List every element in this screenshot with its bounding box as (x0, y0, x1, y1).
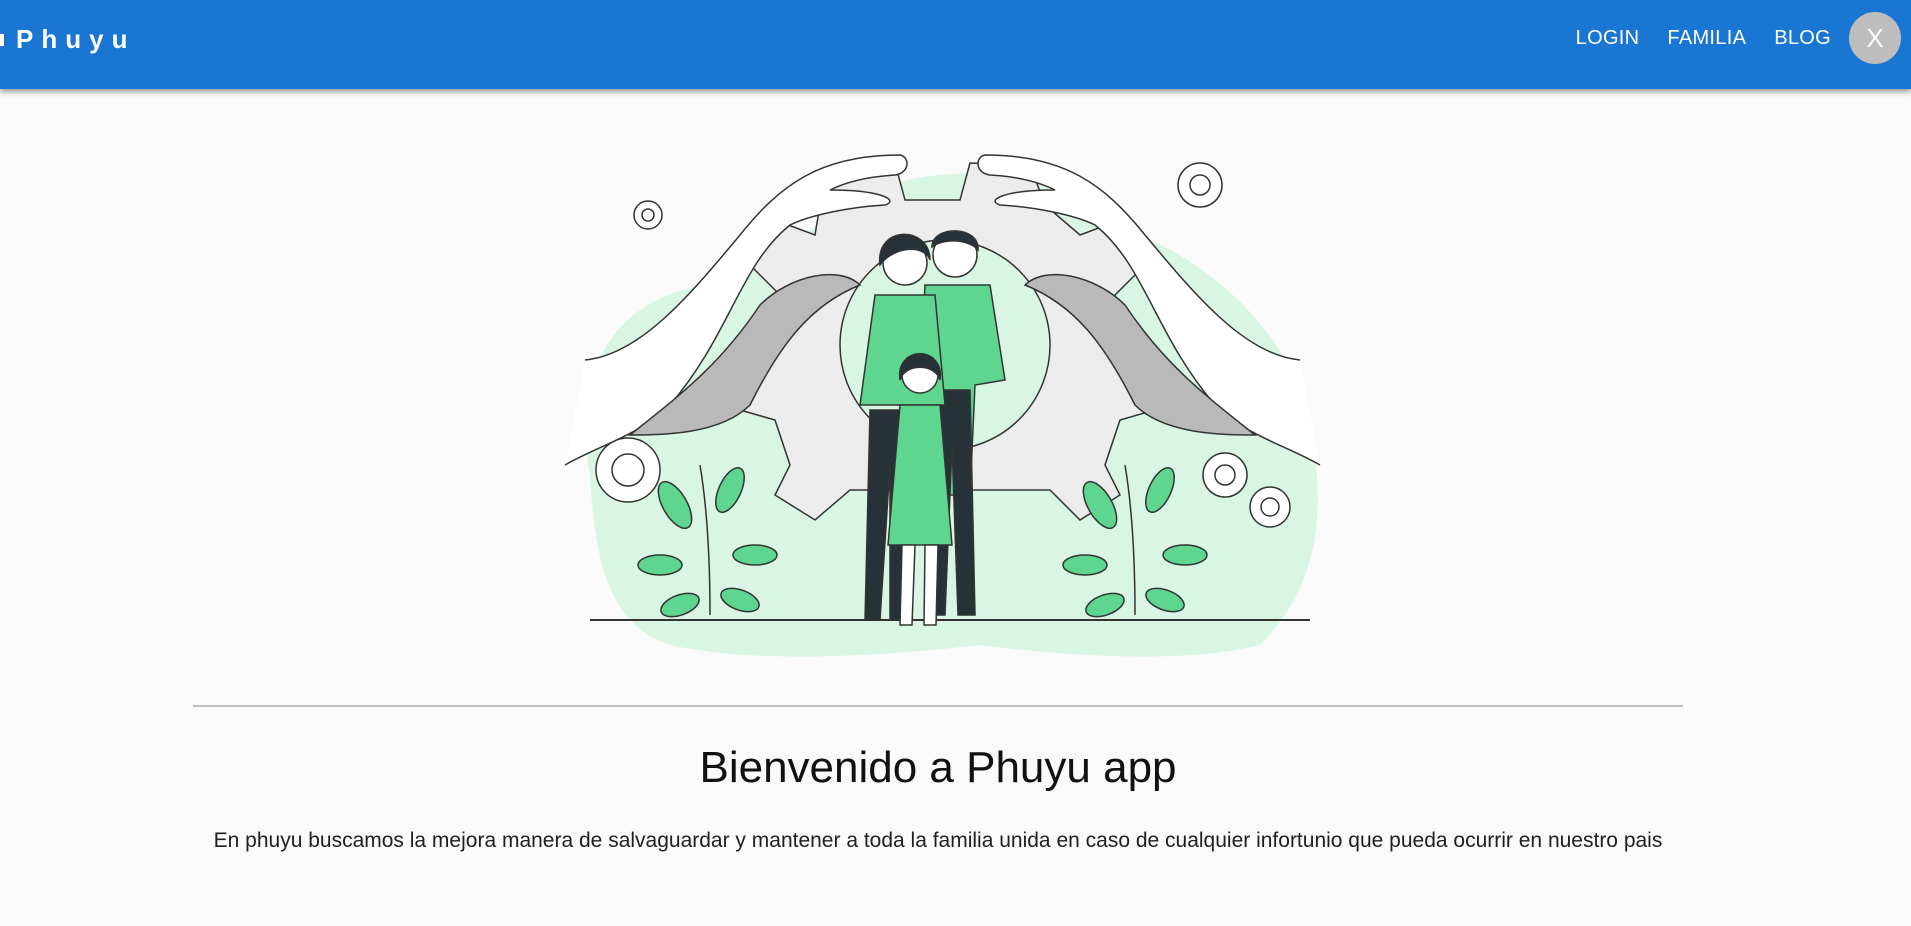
app-brand[interactable]: Phuyu (16, 22, 135, 56)
hero-illustration (564, 154, 1321, 657)
nav-login-link[interactable]: LOGIN (1562, 19, 1654, 58)
page-description: En phuyu buscamos la mejora manera de sa… (213, 829, 1663, 852)
section-divider (193, 705, 1683, 707)
nav-familia-link[interactable]: FAMILIA (1653, 19, 1760, 58)
user-avatar[interactable]: X (1849, 12, 1901, 64)
top-nav: LOGIN FAMILIA BLOG X (1562, 8, 1901, 68)
page-title: Bienvenido a Phuyu app (699, 743, 1177, 792)
nav-blog-link[interactable]: BLOG (1760, 19, 1845, 58)
menu-icon[interactable] (0, 34, 4, 46)
top-app-bar: Phuyu LOGIN FAMILIA BLOG X (0, 0, 1911, 89)
